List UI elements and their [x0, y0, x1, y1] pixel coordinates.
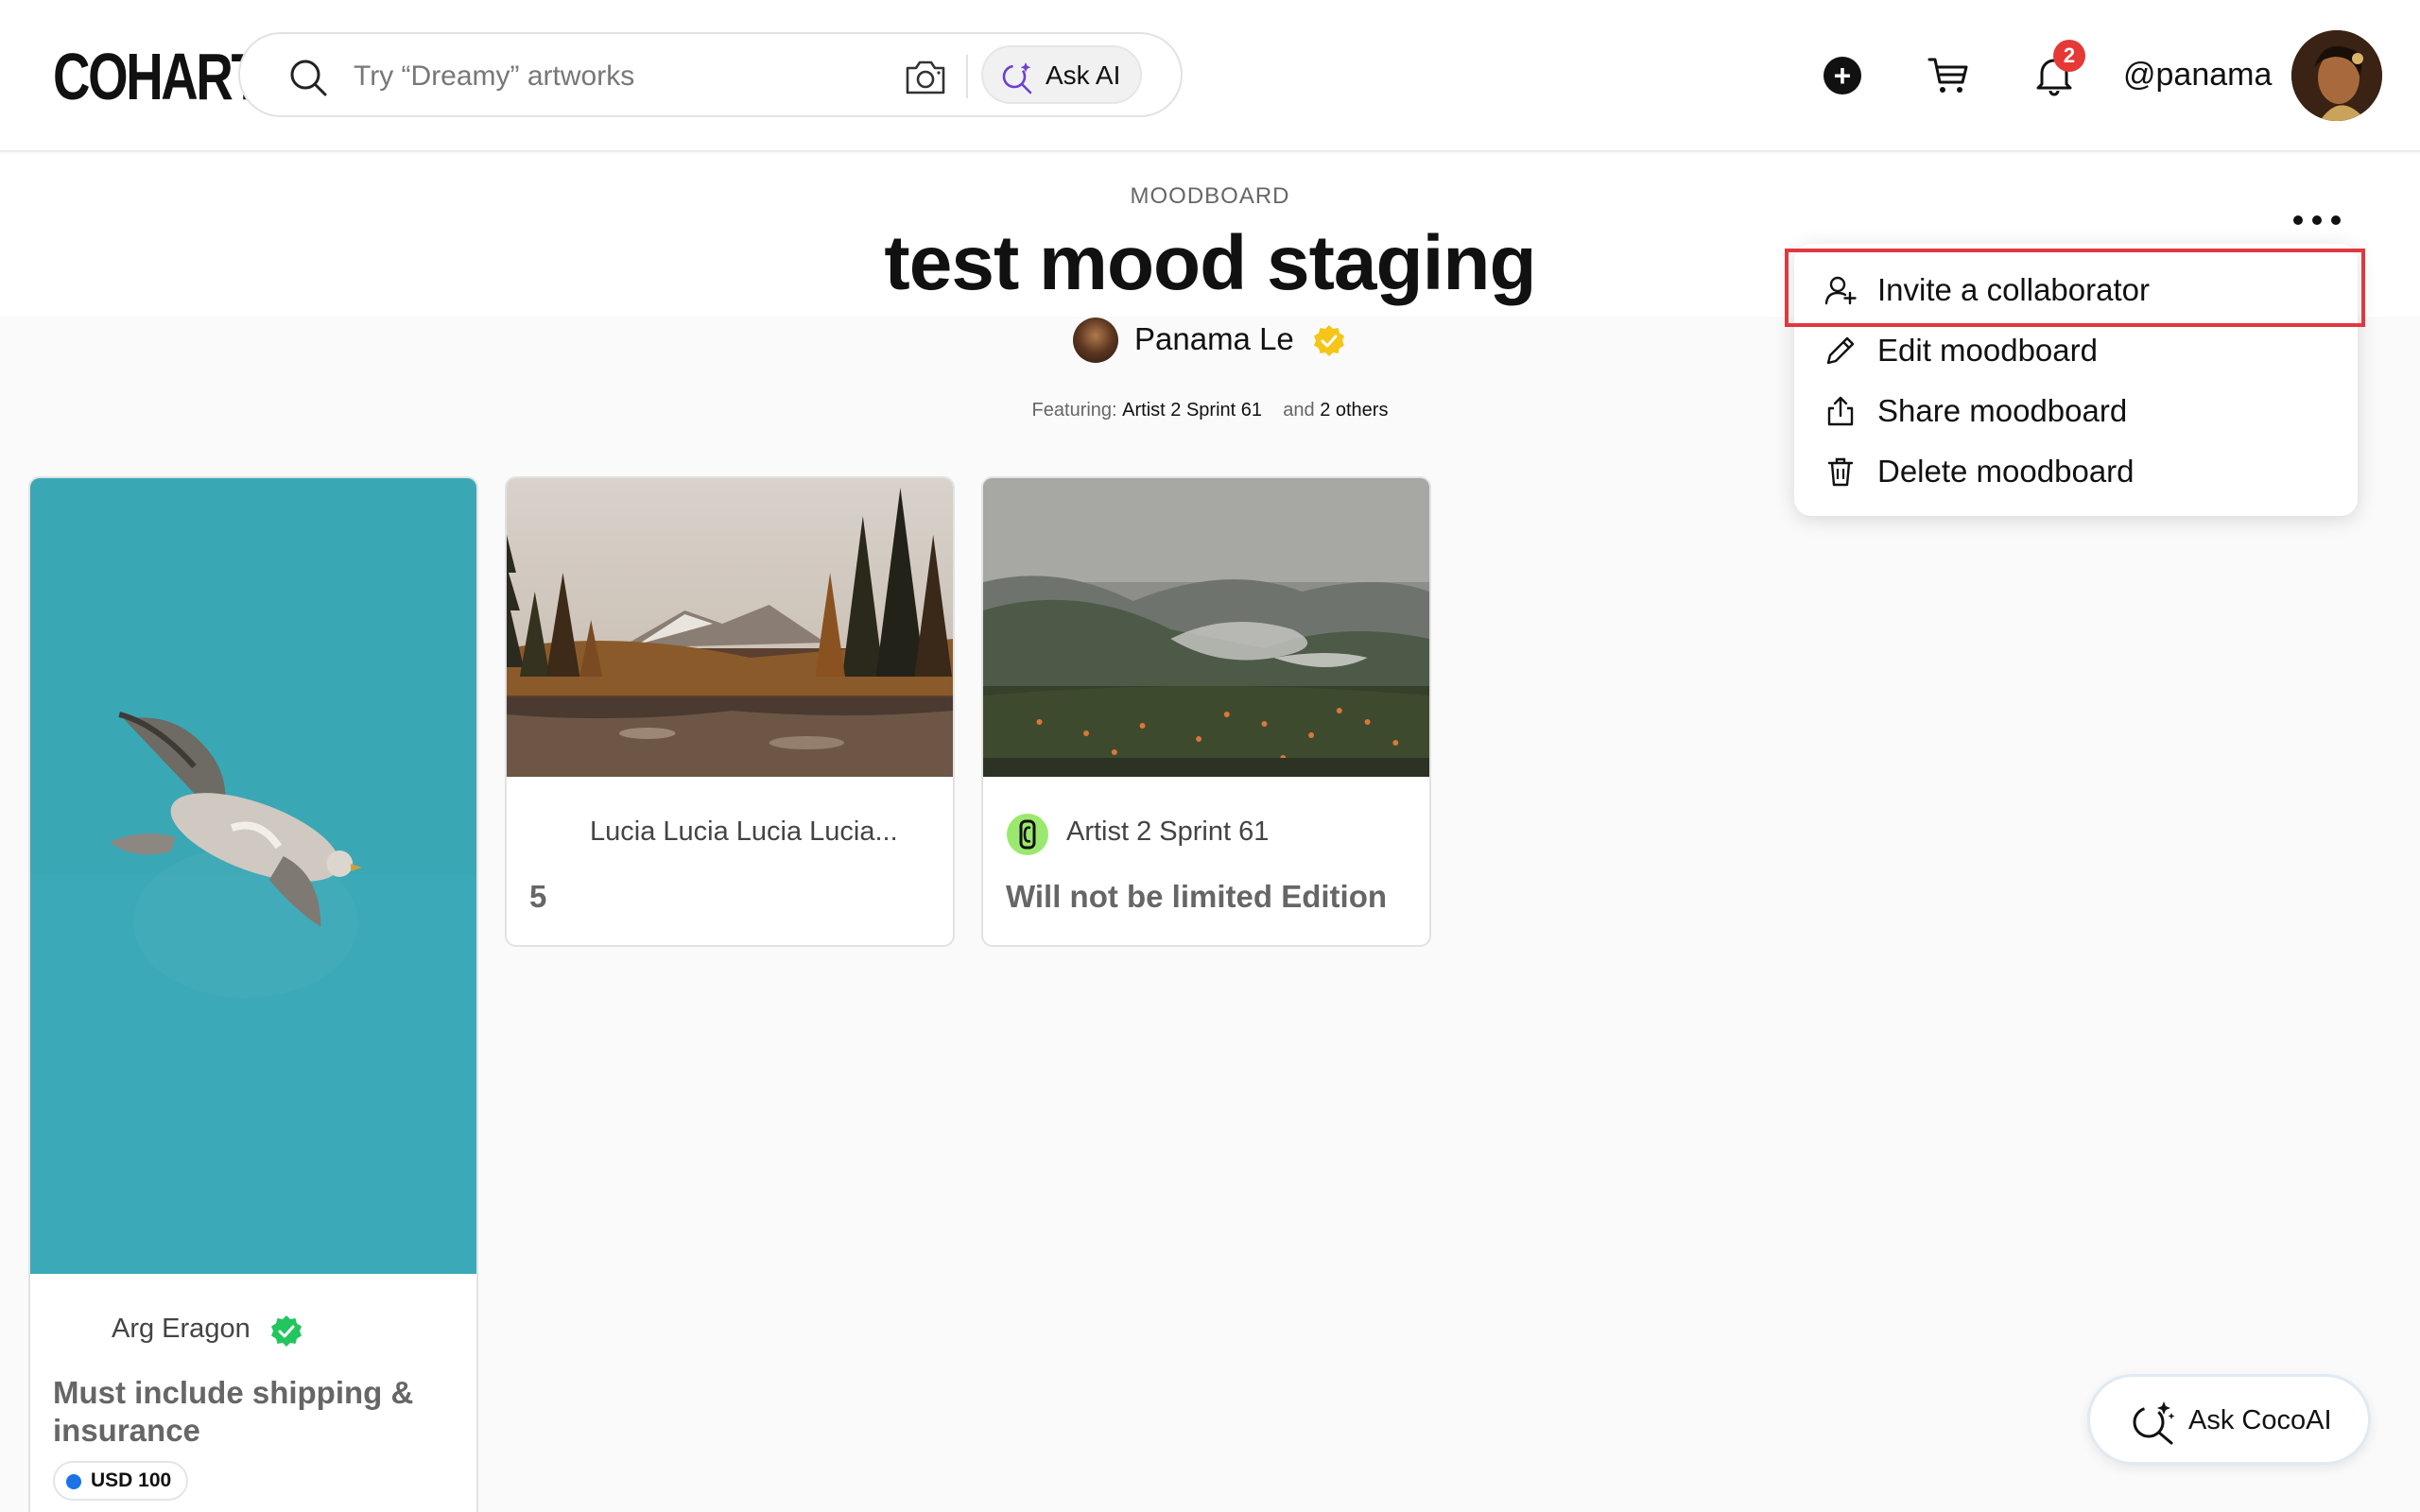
artwork-card[interactable]: Lucia Lucia Lucia Lucia... 5	[505, 476, 955, 947]
camera-icon[interactable]	[904, 57, 947, 96]
artwork-card[interactable]: Arg Eragon Must include shipping & insur…	[28, 476, 478, 1512]
top-header: COHART Ask AI + 2 @pan	[0, 0, 2420, 152]
user-avatar[interactable]	[2291, 30, 2382, 121]
artwork-card[interactable]: Artist 2 Sprint 61 Will not be limited E…	[981, 476, 1431, 947]
more-dot-icon	[2312, 215, 2322, 225]
menu-item-edit-moodboard[interactable]: Edit moodboard	[1794, 319, 2358, 380]
featuring-others-link[interactable]: 2 others	[1320, 400, 1388, 421]
price-dot-icon	[66, 1474, 81, 1489]
artwork-image-forest-lake[interactable]	[507, 478, 953, 777]
menu-item-label: Share moodboard	[1877, 393, 2128, 428]
artwork-image-misty-valley[interactable]	[983, 478, 1429, 777]
menu-item-label: Edit moodboard	[1877, 333, 2098, 368]
artwork-title: Will not be limited Edition	[1006, 879, 1388, 914]
price-label: USD 100	[91, 1469, 172, 1491]
ai-search-icon	[2133, 1401, 2175, 1445]
search-divider	[966, 55, 968, 98]
search-bar[interactable]: Ask AI	[238, 32, 1183, 117]
cohart-logo[interactable]: COHART	[53, 42, 263, 112]
artwork-title: 5	[529, 879, 547, 914]
more-options-button[interactable]	[2288, 208, 2346, 231]
featuring-artist-link[interactable]: Artist 2 Sprint 61	[1122, 400, 1262, 421]
menu-item-delete-moodboard[interactable]: Delete moodboard	[1794, 440, 2358, 501]
avatar-portrait	[2291, 30, 2382, 121]
annotation-highlight-box	[1785, 249, 2365, 327]
notification-badge: 2	[2053, 40, 2085, 72]
artist-avatar-icon[interactable]	[1006, 813, 1049, 856]
artist-name[interactable]: Arg Eragon	[112, 1314, 251, 1345]
trash-icon	[1827, 457, 1854, 487]
cart-icon[interactable]	[1927, 53, 1970, 96]
menu-item-share-moodboard[interactable]: Share moodboard	[1794, 380, 2358, 440]
create-button[interactable]: +	[1824, 57, 1861, 94]
moodboard-eyebrow: MOODBOARD	[1130, 183, 1290, 209]
ai-search-icon	[1002, 62, 1032, 94]
owner-name[interactable]: Panama Le	[1134, 321, 1294, 357]
featuring-prefix: Featuring:	[1031, 400, 1117, 421]
artist-name[interactable]: Artist 2 Sprint 61	[1066, 816, 1269, 848]
artwork-image-bird[interactable]	[30, 478, 476, 1274]
price-tag: USD 100	[53, 1461, 189, 1501]
menu-item-label: Delete moodboard	[1877, 454, 2135, 489]
ask-ai-button[interactable]: Ask AI	[981, 45, 1142, 104]
ask-ai-label: Ask AI	[1046, 60, 1121, 90]
verified-badge-icon	[271, 1315, 302, 1347]
ask-cocoai-label: Ask CocoAI	[2188, 1405, 2332, 1435]
owner-avatar[interactable]	[1073, 318, 1118, 363]
featuring-and: and	[1283, 400, 1315, 421]
search-icon	[290, 60, 327, 96]
artwork-title: Must include shipping & insurance	[53, 1375, 414, 1448]
artist-name[interactable]: Lucia Lucia Lucia Lucia...	[590, 816, 898, 848]
pencil-icon	[1826, 336, 1855, 365]
more-dot-icon	[2331, 215, 2341, 225]
username[interactable]: @panama	[2123, 57, 2272, 94]
ask-cocoai-button[interactable]: Ask CocoAI	[2087, 1374, 2371, 1465]
more-dot-icon	[2293, 215, 2303, 225]
verified-badge-icon	[1314, 325, 1344, 356]
share-icon	[1827, 396, 1854, 426]
